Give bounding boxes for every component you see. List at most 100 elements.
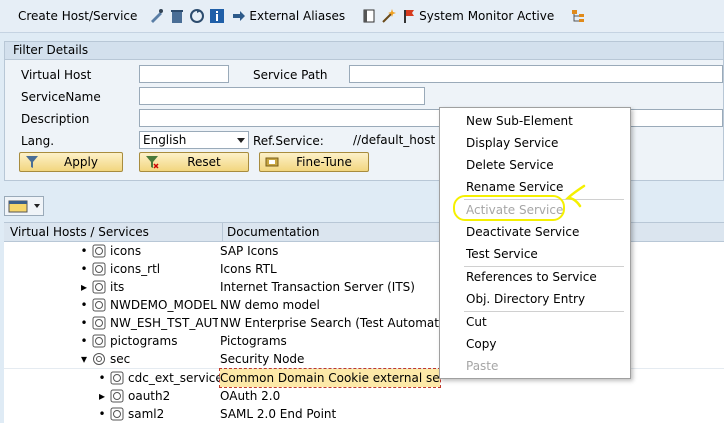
menu-item-test-service[interactable]: Test Service [440, 244, 630, 265]
monitor-flag-icon [401, 8, 417, 24]
service-name: NWDEMO_MODEL [110, 298, 217, 312]
system-monitor-button[interactable]: System Monitor Active [401, 4, 554, 28]
service-doc: Security Node [220, 352, 305, 366]
edit-tool-button[interactable] [149, 4, 167, 28]
tree-row[interactable]: ▸ oauth2 OAuth 2.0 [4, 387, 724, 405]
layout-icon [8, 199, 28, 213]
service-node-icon [92, 316, 106, 330]
virtual-host-label: Virtual Host [21, 68, 92, 82]
service-doc: NW demo model [220, 298, 320, 312]
service-name-input[interactable] [139, 87, 425, 105]
delete-button[interactable] [169, 4, 187, 28]
service-name: cdc_ext_service [128, 371, 220, 385]
fine-tune-label: Fine-Tune [296, 155, 352, 169]
application-toolbar: Create Host/Service External Aliases Sys… [0, 0, 724, 33]
service-node-icon [92, 280, 106, 294]
info-icon [209, 8, 225, 24]
filter-icon [24, 155, 40, 169]
menu-item-display-service[interactable]: Display Service [440, 133, 630, 154]
service-path-label: Service Path [253, 68, 328, 82]
service-name: NW_ESH_TST_AUT [110, 316, 218, 330]
service-doc: SAP Icons [220, 244, 279, 258]
menu-item-copy[interactable]: Copy [440, 334, 630, 355]
service-name-label: ServiceName [21, 90, 101, 104]
magic-wand-icon [381, 8, 397, 24]
menu-item-references-to-service[interactable]: References to Service [440, 267, 630, 288]
service-doc: SAML 2.0 End Point [220, 407, 337, 421]
annotation-checkmark-icon [564, 184, 586, 208]
menu-item-obj-directory-entry[interactable]: Obj. Directory Entry [440, 289, 630, 310]
lang-label: Lang. [21, 134, 55, 148]
apply-button[interactable]: Apply [19, 152, 123, 172]
leaf-bullet-icon: • [98, 371, 106, 385]
document-button[interactable] [361, 4, 379, 28]
service-node-icon [92, 334, 106, 348]
service-doc: Pictograms [220, 334, 287, 348]
apply-label: Apply [64, 155, 98, 169]
leaf-bullet-icon: • [80, 316, 88, 330]
service-doc: Internet Transaction Server (ITS) [220, 280, 415, 294]
service-path-input[interactable] [349, 65, 723, 83]
col-services-header[interactable]: Virtual Hosts / Services [10, 223, 149, 241]
service-node-icon [92, 262, 106, 276]
create-host-service-button[interactable]: Create Host/Service [18, 4, 137, 28]
chevron-down-icon [237, 138, 245, 143]
service-name: oauth2 [128, 389, 171, 403]
leaf-bullet-icon: • [80, 298, 88, 312]
service-name: icons [110, 244, 142, 258]
service-name: pictograms [110, 334, 178, 348]
reset-filter-icon [144, 155, 160, 169]
leaf-bullet-icon: • [80, 244, 88, 258]
service-node-icon [110, 389, 124, 403]
refresh-icon [189, 8, 205, 24]
service-doc: Icons RTL [220, 262, 277, 276]
arrow-right-icon [231, 8, 247, 24]
context-menu: New Sub-Element Display Service Delete S… [439, 107, 631, 379]
leaf-bullet-icon: • [80, 334, 88, 348]
layout-button[interactable] [4, 196, 44, 216]
lang-select-value: English [143, 133, 187, 147]
menu-item-new-sub-element[interactable]: New Sub-Element [440, 111, 630, 132]
service-node-icon [110, 407, 124, 421]
service-doc: OAuth 2.0 [220, 389, 281, 403]
service-doc: NW Enterprise Search (Test Automation [220, 316, 440, 330]
fine-tune-button[interactable]: Fine-Tune [259, 152, 369, 172]
expand-arrow-icon[interactable]: ▸ [98, 387, 106, 405]
ref-service-label: Ref.Service: [253, 134, 324, 148]
annotation-highlight-ring [453, 195, 565, 221]
service-node-icon [92, 298, 106, 312]
system-monitor-label: System Monitor Active [419, 9, 555, 23]
leaf-bullet-icon: • [98, 407, 106, 421]
hierarchy-icon [570, 8, 586, 24]
service-name: its [110, 280, 125, 294]
trash-icon [169, 8, 185, 24]
service-name: sec [110, 352, 131, 366]
expand-arrow-icon[interactable]: ▸ [80, 278, 88, 296]
collapse-arrow-icon[interactable]: ▾ [80, 350, 88, 368]
tree-row[interactable]: • saml2 SAML 2.0 End Point [4, 405, 724, 423]
filter-details-header: Filter Details [5, 42, 723, 60]
pencil-glasses-icon [149, 8, 165, 24]
info-button[interactable] [209, 4, 227, 28]
magic-wand-button[interactable] [381, 4, 399, 28]
service-node-icon [92, 244, 106, 258]
menu-item-cut[interactable]: Cut [440, 312, 630, 333]
external-aliases-label: External Aliases [249, 9, 346, 23]
fine-tune-icon [264, 155, 280, 169]
refresh-button[interactable] [189, 4, 207, 28]
col-documentation-header[interactable]: Documentation [222, 223, 320, 241]
external-aliases-button[interactable]: External Aliases [231, 4, 345, 28]
description-input[interactable] [139, 109, 723, 127]
menu-item-deactivate-service[interactable]: Deactivate Service [440, 222, 630, 243]
service-node-icon [93, 353, 105, 365]
virtual-host-input[interactable] [139, 65, 229, 83]
create-host-service-label: Create Host/Service [18, 9, 138, 23]
description-label: Description [21, 112, 90, 126]
menu-item-paste[interactable]: Paste [440, 356, 630, 377]
document-icon [361, 8, 377, 24]
lang-select[interactable]: English [139, 131, 249, 149]
reset-button[interactable]: Reset [139, 152, 249, 172]
hierarchy-button[interactable] [570, 4, 588, 28]
menu-item-delete-service[interactable]: Delete Service [440, 155, 630, 176]
service-name: saml2 [128, 407, 165, 421]
